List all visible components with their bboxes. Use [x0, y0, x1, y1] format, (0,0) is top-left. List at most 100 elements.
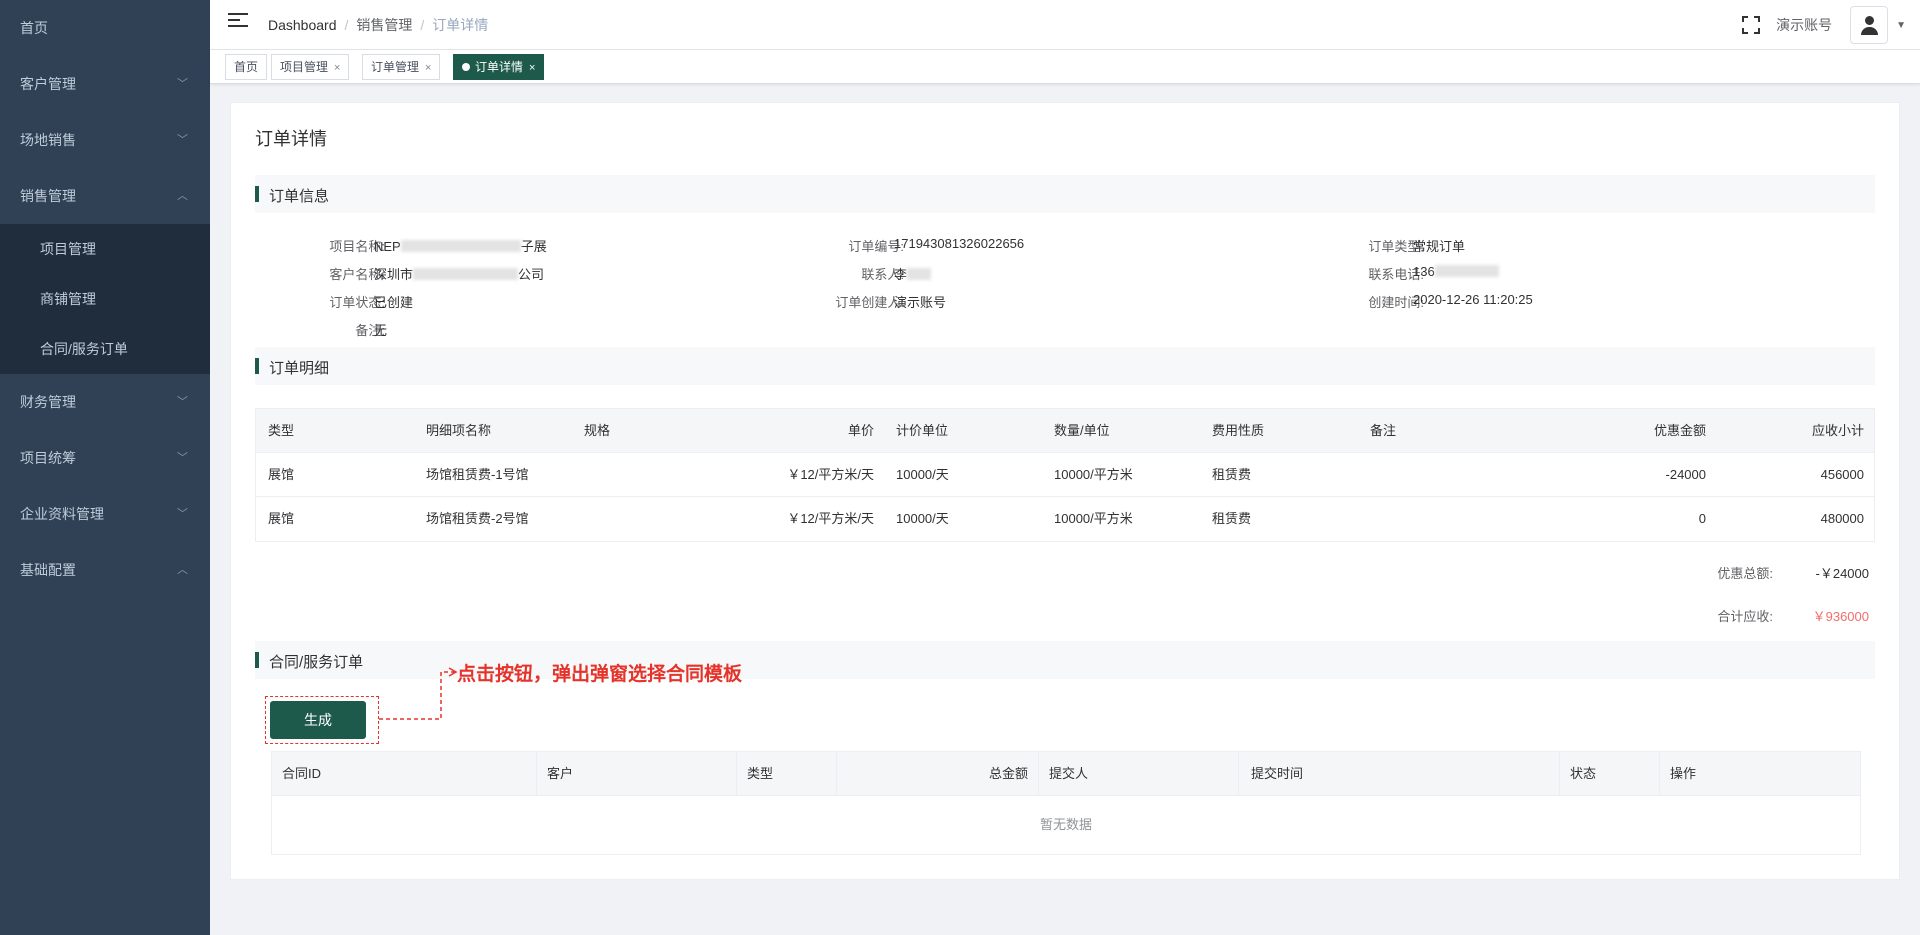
cell-type: 展馆 — [268, 467, 295, 482]
tags-view: 首页 项目管理 × 订单管理 × 订单详情 × — [210, 50, 1920, 84]
sidebar-subitem-shops[interactable]: 商铺管理 — [0, 274, 210, 324]
col-unit-price: 单价 — [847, 423, 874, 438]
order-type-value: 常规订单 — [1413, 239, 1466, 254]
cell-subtotal: 480000 — [1820, 511, 1864, 526]
fullscreen-icon[interactable] — [1742, 16, 1761, 34]
table-row: 展馆 场馆租赁费-1号馆 ￥12/平方米/天 10000/天 10000/平方米… — [256, 453, 1874, 497]
phone-prefix: 136 — [1413, 264, 1435, 279]
avatar[interactable] — [1850, 6, 1889, 44]
contract-table: 合同ID 客户 类型 总金额 提交人 提交时间 状态 操作 暂无数据 — [271, 751, 1861, 855]
empty-state: 暂无数据 — [1039, 817, 1092, 832]
tag-orders[interactable]: 订单管理 × — [362, 54, 441, 80]
col-fee-type: 费用性质 — [1212, 423, 1265, 438]
col-pricing-unit: 计价单位 — [896, 423, 949, 438]
menu-toggle-icon[interactable] — [228, 13, 248, 31]
cell-pricing-unit: 10000/天 — [896, 467, 949, 482]
close-icon[interactable]: × — [529, 62, 535, 74]
sidebar-item-label: 销售管理 — [20, 188, 76, 204]
tag-label: 项目管理 — [280, 60, 329, 74]
phone-value: 136 — [1413, 264, 1499, 279]
chevron-down-icon: ﹀ — [177, 78, 188, 90]
sidebar: 首页 客户管理 ﹀ 场地销售 ﹀ 销售管理 ︿ 项目管理 商铺管理 合同/服务订单 财… — [0, 0, 210, 935]
order-type-label: 订单类型: — [1368, 239, 1424, 254]
table-row: 展馆 场馆租赁费-2号馆 ￥12/平方米/天 10000/天 10000/平方米… — [256, 497, 1874, 541]
section-marker — [255, 186, 259, 202]
sidebar-item-customers[interactable]: 客户管理 ﹀ — [0, 56, 210, 112]
close-icon[interactable]: × — [334, 62, 340, 74]
chevron-up-icon: ︿ — [177, 564, 188, 576]
col-spec: 规格 — [584, 423, 611, 438]
chevron-up-icon: ︿ — [177, 190, 188, 202]
top-navbar: Dashboard / 销售管理 / 订单详情 演示账号 ▼ — [210, 0, 1920, 50]
table-header: 合同ID 客户 类型 总金额 提交人 提交时间 状态 操作 — [272, 752, 1860, 796]
sidebar-item-sales-mgmt[interactable]: 销售管理 ︿ — [0, 168, 210, 224]
customer-prefix: 深圳市 — [374, 267, 414, 282]
col-discount: 优惠金额 — [1653, 423, 1706, 438]
discount-total-value: -￥24000 — [1815, 566, 1869, 581]
col-type: 类型 — [268, 423, 295, 438]
chevron-down-icon: ﹀ — [177, 396, 188, 408]
remark-label: 备注: — [355, 323, 385, 338]
col-quantity: 数量/单位 — [1054, 423, 1110, 438]
col-subtotal: 应收小计 — [1811, 423, 1864, 438]
cell-discount: -24000 — [1665, 467, 1706, 482]
close-icon[interactable]: × — [425, 62, 431, 74]
col-item-name: 明细项名称 — [426, 423, 492, 438]
sidebar-item-finance[interactable]: 财务管理 ﹀ — [0, 374, 210, 430]
chevron-down-icon: ﹀ — [177, 134, 188, 146]
active-dot-icon — [462, 63, 470, 71]
cell-unit-price: ￥12/平方米/天 — [787, 511, 874, 526]
section-marker — [255, 652, 259, 668]
order-no-label: 订单编号: — [848, 239, 904, 254]
generate-button[interactable]: 生成 — [270, 701, 366, 739]
sidebar-item-planning[interactable]: 项目统筹 ﹀ — [0, 430, 210, 486]
creator-value: 演示账号 — [894, 295, 947, 310]
col-remark: 备注 — [1370, 423, 1397, 438]
tag-label: 首页 — [234, 60, 259, 74]
sidebar-item-enterprise[interactable]: 企业资料管理 ﹀ — [0, 486, 210, 542]
sidebar-item-label: 场地销售 — [20, 132, 76, 148]
section-order-info: 订单信息 — [255, 175, 1875, 213]
annotation-text: 点击按钮，弹出弹窗选择合同模板 — [457, 663, 743, 685]
sidebar-subitem-contracts[interactable]: 合同/服务订单 — [0, 324, 210, 374]
breadcrumb: Dashboard / 销售管理 / 订单详情 — [268, 17, 489, 33]
project-name-prefix: NEP — [374, 239, 401, 254]
project-name-value: NEP 子展 — [374, 236, 547, 255]
tag-home[interactable]: 首页 — [225, 54, 268, 80]
cell-fee-type: 租赁费 — [1212, 511, 1252, 526]
tag-label: 订单详情 — [475, 60, 524, 74]
tag-order-detail[interactable]: 订单详情 × — [453, 54, 545, 80]
sidebar-item-home[interactable]: 首页 — [0, 0, 210, 56]
section-title: 订单明细 — [269, 360, 330, 377]
breadcrumb-item-dashboard[interactable]: Dashboard — [268, 17, 337, 33]
col-actions: 操作 — [1670, 766, 1697, 781]
sidebar-item-base-config[interactable]: 基础配置 ︿ — [0, 542, 210, 598]
section-title: 订单信息 — [269, 188, 330, 205]
cell-quantity: 10000/平方米 — [1054, 467, 1133, 482]
breadcrumb-item-sales[interactable]: 销售管理 — [356, 17, 412, 33]
breadcrumb-item-current: 订单详情 — [432, 17, 489, 33]
cell-unit-price: ￥12/平方米/天 — [787, 467, 874, 482]
detail-table: 类型 明细项名称 规格 单价 计价单位 数量/单位 费用性质 备注 优惠金额 应… — [255, 408, 1875, 542]
cell-pricing-unit: 10000/天 — [896, 511, 949, 526]
sidebar-item-label: 财务管理 — [20, 394, 76, 410]
main-card: 订单详情 订单信息 项目名称: NEP 子展 订单编号: 171943081326… — [230, 102, 1900, 880]
sidebar-item-label: 首页 — [20, 20, 48, 36]
table-header: 类型 明细项名称 规格 单价 计价单位 数量/单位 费用性质 备注 优惠金额 应… — [256, 409, 1874, 453]
phone-label: 联系电话: — [1368, 267, 1424, 282]
status-value: 已创建 — [374, 295, 414, 310]
generate-highlight: 生成 — [265, 696, 379, 744]
col-submit-time: 提交时间 — [1239, 752, 1560, 796]
created-label: 创建时间: — [1368, 295, 1424, 310]
tag-projects[interactable]: 项目管理 × — [271, 54, 350, 80]
customer-suffix: 公司 — [518, 267, 545, 282]
sidebar-subitem-projects[interactable]: 项目管理 — [0, 224, 210, 274]
col-type: 类型 — [737, 752, 837, 796]
contact-prefix: 李 — [894, 267, 908, 282]
sidebar-item-label: 企业资料管理 — [20, 506, 104, 522]
status-label: 订单状态: — [329, 295, 385, 310]
project-name-label: 项目名称: — [329, 239, 385, 254]
caret-down-icon[interactable]: ▼ — [1896, 20, 1906, 31]
sidebar-item-label: 客户管理 — [20, 76, 76, 92]
sidebar-item-venue-sales[interactable]: 场地销售 ﹀ — [0, 112, 210, 168]
